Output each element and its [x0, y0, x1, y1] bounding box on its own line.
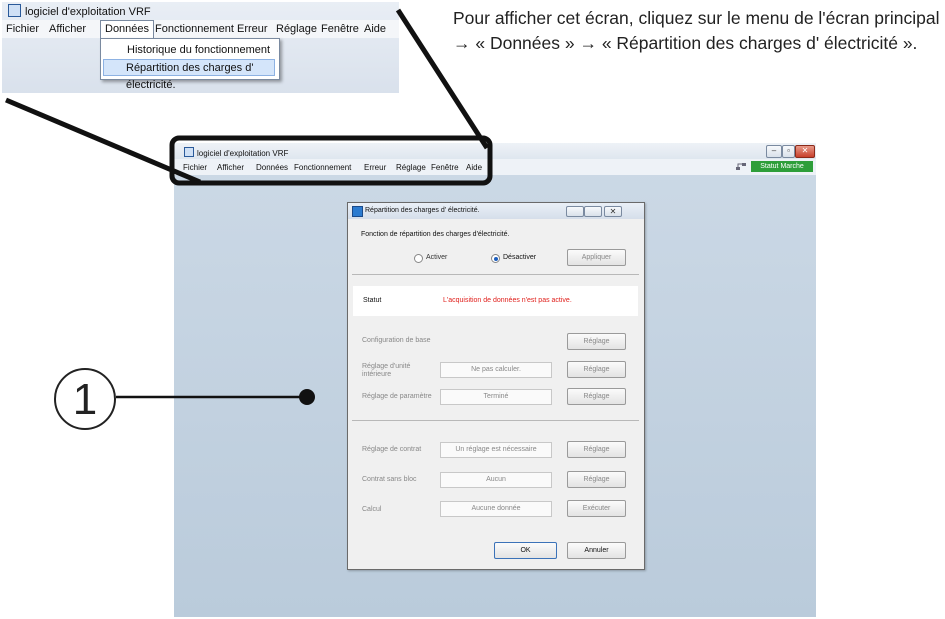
menu-donnees[interactable]: Données [256, 163, 288, 172]
inset-menu-fenetre[interactable]: Fenêtre [321, 23, 359, 35]
row-value: Ne pas calculer. [440, 362, 552, 378]
status-message: L'acquisition de données n'est pas activ… [443, 297, 572, 304]
dialog-title: Répartition des charges d' électricité. [365, 207, 480, 214]
instruction-text: Pour afficher cet écran, cliquez sur le … [453, 8, 940, 53]
config-reglage-button[interactable]: Réglage [567, 333, 626, 350]
status-label: Statut [363, 297, 382, 304]
row-value: Aucun [440, 472, 552, 488]
radio-desactiver[interactable] [491, 254, 500, 263]
divider [352, 420, 639, 421]
executer-button[interactable]: Exécuter [567, 500, 626, 517]
row-label: Réglage de contrat [362, 446, 422, 453]
repartition-dialog: Répartition des charges d' électricité. … [347, 202, 645, 570]
radio-desactiver-label: Désactiver [503, 254, 537, 261]
row-label: Réglage d'unité intérieure [362, 363, 411, 378]
row-label: Réglage de paramètre [362, 393, 432, 400]
dialog-close-button[interactable]: ✕ [604, 206, 622, 217]
inset-menu-bar: Fichier Afficher Données Fonctionnement … [2, 20, 399, 38]
menu-erreur[interactable]: Erreur [364, 163, 386, 172]
app-title: logiciel d'exploitation VRF [197, 149, 289, 158]
parametre-reglage-button[interactable]: Réglage [567, 388, 626, 405]
cancel-button[interactable]: Annuler [567, 542, 626, 559]
apply-button[interactable]: Appliquer [567, 249, 626, 266]
dialog-minimize-button[interactable] [566, 206, 584, 217]
menu-zoom-inset: logiciel d'exploitation VRF Fichier Affi… [2, 2, 399, 93]
inset-menu-afficher[interactable]: Afficher [49, 23, 86, 35]
dialog-titlebar: Répartition des charges d' électricité. … [348, 203, 644, 219]
inset-menu-aide[interactable]: Aide [364, 23, 386, 35]
contrat-reglage-button[interactable]: Réglage [567, 441, 626, 458]
dialog-maximize-button[interactable] [584, 206, 602, 217]
menu-aide[interactable]: Aide [466, 163, 482, 172]
row-label: Contrat sans bloc [362, 476, 417, 483]
status-panel: Statut L'acquisition de données n'est pa… [353, 286, 638, 316]
inset-menu-donnees[interactable]: Données [100, 20, 155, 38]
menu-fichier[interactable]: Fichier [183, 163, 207, 172]
menu-afficher[interactable]: Afficher [217, 163, 244, 172]
menu-item-historique[interactable]: Historique du fonctionnement [127, 42, 270, 59]
app-icon [8, 4, 21, 17]
network-icon [736, 163, 746, 170]
ok-button[interactable]: OK [494, 542, 557, 559]
row-value: Terminé [440, 389, 552, 405]
row-value: Aucune donnée [440, 501, 552, 517]
dialog-icon [352, 206, 363, 217]
sans-bloc-reglage-button[interactable]: Réglage [567, 471, 626, 488]
inset-menu-fonctionnement[interactable]: Fonctionnement [155, 23, 234, 35]
inset-menu-fichier[interactable]: Fichier [6, 23, 39, 35]
radio-activer[interactable] [414, 254, 423, 263]
donnees-dropdown: Historique du fonctionnement Répartition… [100, 38, 280, 91]
callout-number: 1 [54, 368, 116, 430]
menu-reglage[interactable]: Réglage [396, 163, 426, 172]
status-badge: Statut Marche [751, 161, 813, 172]
menu-fenetre[interactable]: Fenêtre [431, 163, 459, 172]
row-label: Configuration de base [362, 337, 431, 344]
menu-item-repartition[interactable]: Répartition des charges d' électricité. [103, 59, 275, 91]
menu-fonctionnement[interactable]: Fonctionnement [294, 163, 351, 172]
minimize-button[interactable]: – [766, 145, 782, 158]
zoom-connector-line [5, 97, 201, 185]
inset-window-title: logiciel d'exploitation VRF [8, 4, 151, 18]
inset-menu-reglage[interactable]: Réglage [276, 23, 317, 35]
app-icon [184, 147, 194, 157]
app-screenshot: logiciel d'exploitation VRF – ▫ ✕ Fichie… [174, 143, 816, 617]
maximize-button[interactable]: ▫ [782, 145, 795, 158]
inset-menu-erreur[interactable]: Erreur [237, 23, 268, 35]
row-value: Un réglage est nécessaire [440, 442, 552, 458]
close-button[interactable]: ✕ [795, 145, 815, 158]
function-label: Fonction de répartition des charges d'él… [361, 231, 510, 238]
unite-reglage-button[interactable]: Réglage [567, 361, 626, 378]
divider [352, 274, 639, 275]
app-menu-bar: Fichier Afficher Données Fonctionnement … [174, 159, 816, 175]
radio-activer-label: Activer [426, 254, 448, 261]
row-label: Calcul [362, 506, 382, 513]
